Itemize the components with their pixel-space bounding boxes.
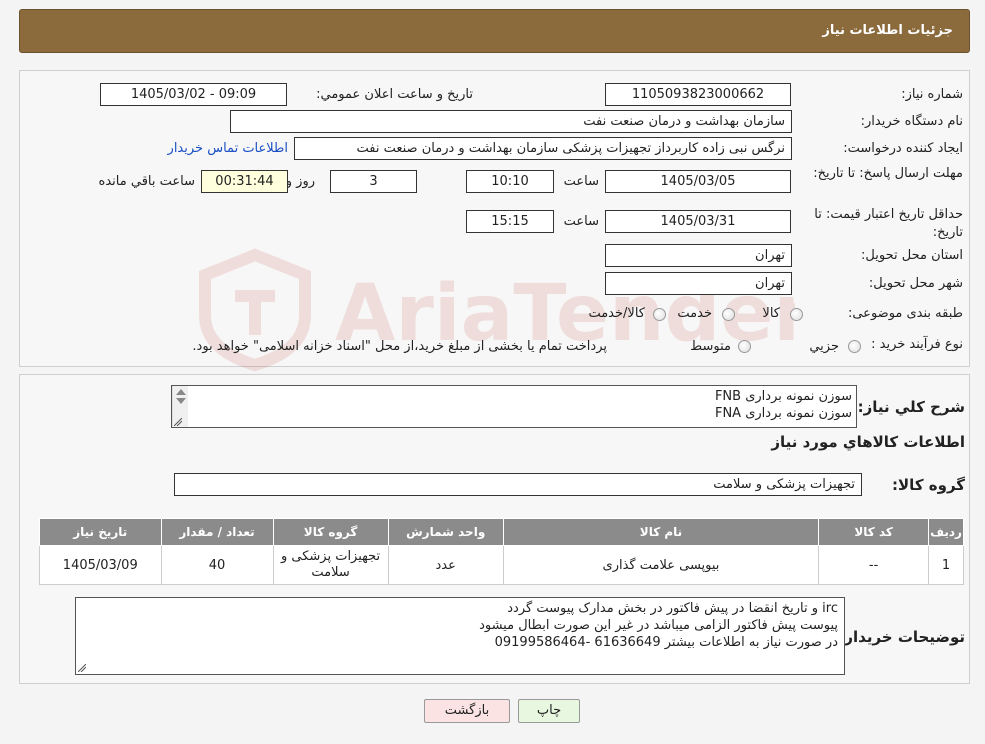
summary-line-1: سوزن نمونه برداری FNB xyxy=(714,389,852,404)
col-date: تاريخ نياز xyxy=(39,518,162,546)
col-unit: واحد شمارش xyxy=(387,518,504,546)
category-radio-goods-service[interactable] xyxy=(653,308,666,321)
cell-group: تجهيزات پزشکی و سلامت xyxy=(272,545,389,585)
col-group: گروه کالا xyxy=(272,518,389,546)
price-validity-label: حداقل تاريخ اعتبار قيمت: تا تاريخ: xyxy=(814,207,963,240)
process-option-medium: متوسط xyxy=(690,339,731,354)
page-title: جزئيات اطلاعات نياز xyxy=(822,23,953,38)
print-button[interactable]: چاپ xyxy=(518,699,580,723)
category-label: طبقه بندی موضوعی: xyxy=(847,306,963,321)
notes-resize-grip-icon[interactable] xyxy=(78,664,86,672)
buyer-note-line-1: irc و تاریخ انقضا در پیش فاکتور در بخش م… xyxy=(507,601,838,616)
goods-section-title: اطلاعات کالاهاي مورد نياز xyxy=(771,433,965,451)
summary-line-2: سوزن نمونه برداری FNA xyxy=(714,406,852,421)
table-row: 1 -- بیوپسی علامت گذاری عدد تجهيزات پزشک… xyxy=(39,545,964,585)
goods-table-header: رديف کد کالا نام کالا واحد شمارش گروه کا… xyxy=(39,518,964,546)
remaining-time-field: 00:31:44 xyxy=(201,170,288,193)
deadline-days-label: روز و xyxy=(285,174,315,189)
category-radio-goods[interactable] xyxy=(790,308,803,321)
need-number-label: شماره نياز: xyxy=(901,87,963,102)
col-name: نام کالا xyxy=(502,518,820,546)
province-field: تهران xyxy=(605,244,792,267)
col-code: کد کالا xyxy=(818,518,930,546)
cell-date: 1405/03/09 xyxy=(39,545,162,585)
cell-qty: 40 xyxy=(160,545,274,585)
process-radio-minor[interactable] xyxy=(848,340,861,353)
goods-group-label: گروه کالا: xyxy=(892,476,965,494)
requester-field: نرگس نبی زاده کاربرداز تجهیزات پزشکی ساز… xyxy=(294,137,792,160)
goods-group-field: تجهيزات پزشکی و سلامت xyxy=(174,473,862,496)
process-radio-medium[interactable] xyxy=(738,340,751,353)
city-field: تهران xyxy=(605,272,792,295)
cell-code: -- xyxy=(818,545,930,585)
remaining-time-label: ساعت باقي مانده xyxy=(98,174,195,189)
price-validity-time-label: ساعت xyxy=(563,214,599,229)
cell-unit: عدد xyxy=(387,545,504,585)
category-option-goods-service: کالا/خدمت xyxy=(588,306,645,321)
goods-table: رديف کد کالا نام کالا واحد شمارش گروه کا… xyxy=(39,518,964,585)
process-option-minor: جزيي xyxy=(809,339,839,354)
scroll-up-icon[interactable] xyxy=(176,389,186,395)
col-row: رديف xyxy=(928,518,964,546)
deadline-label: مهلت ارسال پاسخ: تا تاريخ: xyxy=(813,166,963,181)
announce-datetime-label: تاريخ و ساعت اعلان عمومي: xyxy=(316,87,473,102)
buyer-notes-textarea: irc و تاریخ انقضا در پیش فاکتور در بخش م… xyxy=(75,597,845,675)
deadline-time-label: ساعت xyxy=(563,174,599,189)
category-option-goods: کالا xyxy=(762,306,780,321)
deadline-days-field: 3 xyxy=(330,170,417,193)
summary-resize-grip-icon[interactable] xyxy=(174,418,182,426)
summary-label: شرح کلي نياز: xyxy=(857,398,965,416)
summary-textarea: سوزن نمونه برداری FNB سوزن نمونه برداری … xyxy=(171,385,857,428)
cell-name: بیوپسی علامت گذاری xyxy=(502,545,820,585)
city-label: شهر محل تحويل: xyxy=(868,276,963,291)
treasury-note: پرداخت تمام يا بخشی از مبلغ خريد،از محل … xyxy=(192,339,607,354)
process-label: نوع فرآيند خريد : xyxy=(871,337,963,352)
requester-label: ايجاد کننده درخواست: xyxy=(843,141,963,156)
price-validity-time-field: 15:15 xyxy=(466,210,554,233)
buyer-org-field: سازمان بهداشت و درمان صنعت نفت xyxy=(230,110,792,133)
deadline-date-field: 1405/03/05 xyxy=(605,170,791,193)
back-button[interactable]: بازگشت xyxy=(424,699,510,723)
category-option-service: خدمت xyxy=(677,306,712,321)
announce-datetime-field: 1405/03/02 - 09:09 xyxy=(100,83,287,106)
buyer-note-line-3: در صورت نیاز به اطلاعات بیشتر 61636649 -… xyxy=(494,635,838,650)
need-number-field: 1105093823000662 xyxy=(605,83,791,106)
col-qty: تعداد / مقدار xyxy=(160,518,274,546)
page-header: جزئيات اطلاعات نياز xyxy=(19,9,970,53)
scroll-down-icon[interactable] xyxy=(176,398,186,404)
province-label: استان محل تحويل: xyxy=(861,248,963,263)
category-radio-service[interactable] xyxy=(722,308,735,321)
price-validity-date-field: 1405/03/31 xyxy=(605,210,791,233)
cell-row: 1 xyxy=(928,545,964,585)
buyer-org-label: نام دستگاه خريدار: xyxy=(860,114,963,129)
buyer-notes-label: توضيحات خريدار: xyxy=(838,628,965,646)
deadline-time-field: 10:10 xyxy=(466,170,554,193)
buyer-contact-link[interactable]: اطلاعات تماس خريدار xyxy=(168,140,288,158)
buyer-note-line-2: پیوست پیش فاکتور الزامی میباشد در غیر ای… xyxy=(479,618,838,633)
